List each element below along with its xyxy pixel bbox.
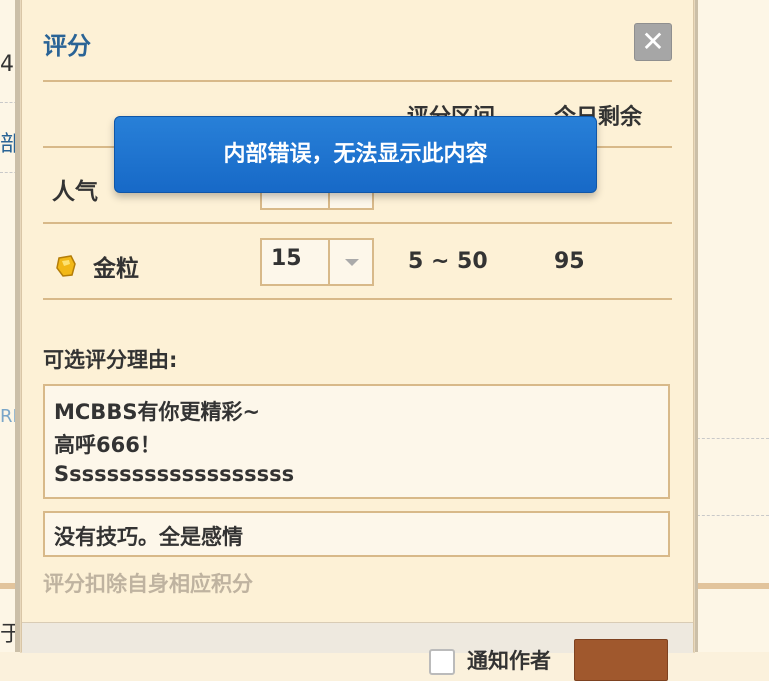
close-button[interactable]: ✕ [634, 23, 672, 61]
jinli-dropdown-button[interactable] [328, 240, 374, 284]
reason-option[interactable]: Sssssssssssssssssss [54, 462, 294, 486]
divider [43, 298, 672, 300]
jinli-select-value: 15 [271, 246, 302, 271]
jinli-remaining: 95 [554, 249, 585, 274]
notify-author-label[interactable]: 通知作者 [467, 645, 551, 675]
divider [43, 80, 672, 82]
jinli-select[interactable]: 15 [260, 238, 374, 286]
reasons-title: 可选评分理由: [43, 348, 178, 372]
reason-options-list: MCBBS有你更精彩~ 高呼666！ Sssssssssssssssssss [43, 384, 670, 499]
close-icon: ✕ [641, 25, 665, 58]
gold-nugget-icon [56, 255, 76, 277]
jinli-range: 5 ~ 50 [408, 249, 488, 274]
bg-divider [692, 438, 769, 439]
bg-divider [692, 515, 769, 516]
error-toast: 内部错误，无法显示此内容 [114, 116, 597, 193]
reason-option[interactable]: 高呼666！ [54, 429, 161, 459]
chevron-down-icon [345, 259, 359, 266]
reason-input-value: 没有技巧。全是感情 [54, 525, 243, 549]
dialog-title: 评分 [43, 32, 91, 60]
confirm-button[interactable] [574, 639, 668, 681]
row-label-jinli: 金粒 [93, 256, 139, 282]
rating-dialog: 评分 ✕ 评分区间 今日剩余 人气 1 0 ~ 1 1 金粒 15 5 ~ 50… [21, 0, 694, 681]
notify-author-checkbox[interactable] [429, 649, 455, 675]
reason-option[interactable]: MCBBS有你更精彩~ [54, 396, 260, 426]
row-label-renqi: 人气 [52, 179, 98, 205]
reason-input[interactable]: 没有技巧。全是感情 [43, 511, 670, 557]
deduct-note: 评分扣除自身相应积分 [43, 572, 253, 596]
divider [43, 222, 672, 224]
dialog-footer: 通知作者 [22, 622, 693, 681]
